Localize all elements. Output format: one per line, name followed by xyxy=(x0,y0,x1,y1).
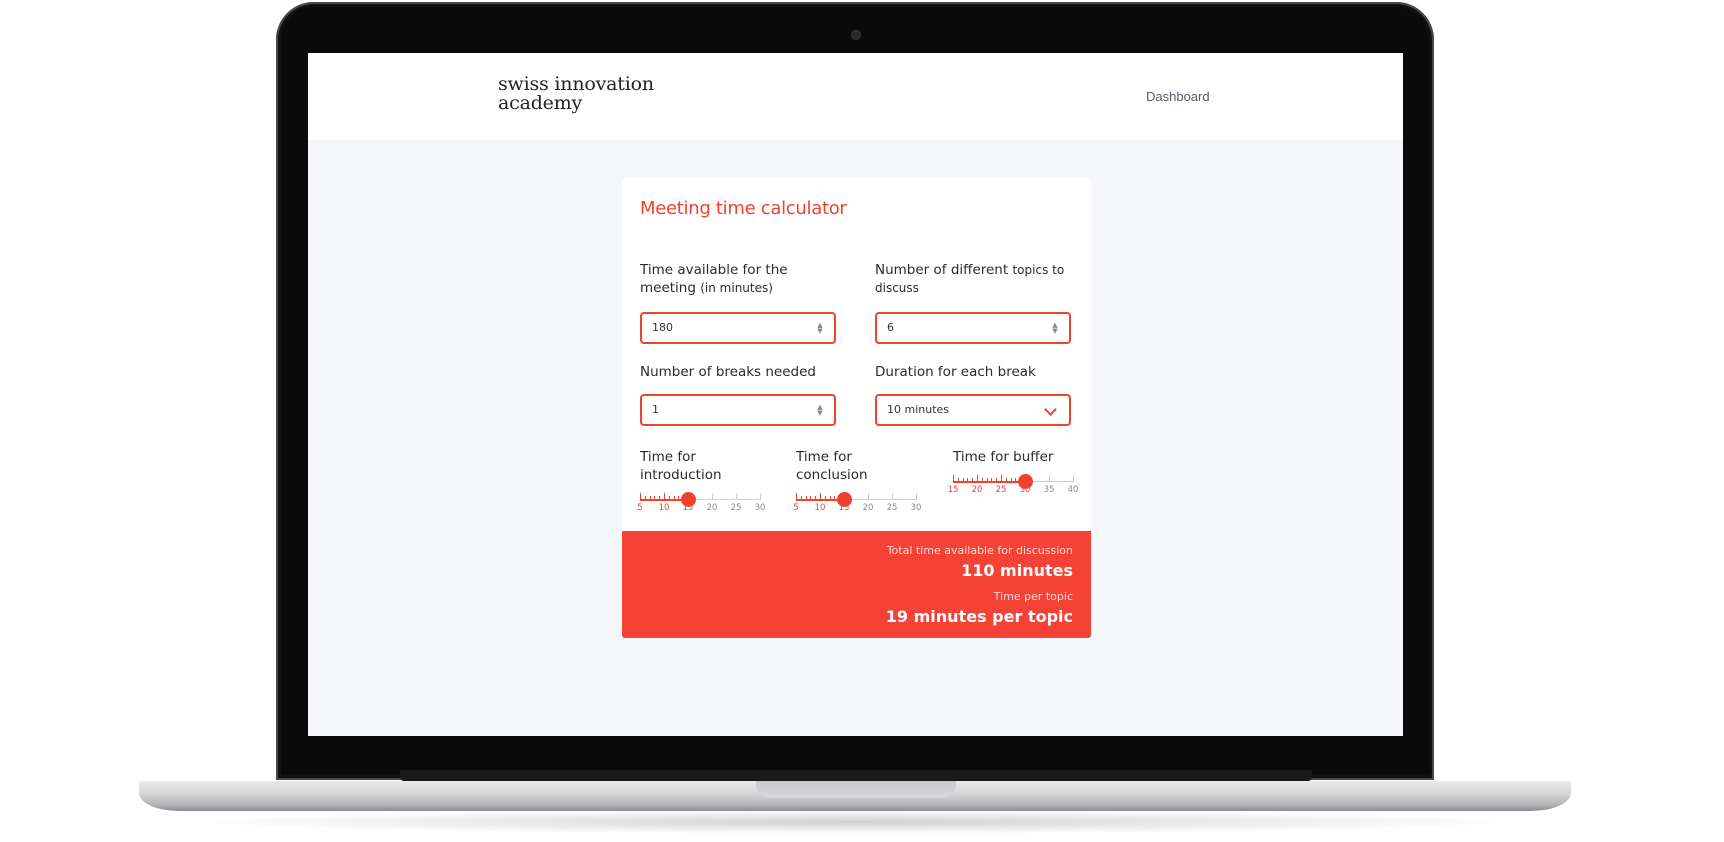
topics-label: Number of different topics to discuss xyxy=(875,261,1075,297)
slider-tick-label: 10 xyxy=(658,503,670,513)
slider-minor-tick xyxy=(957,478,959,482)
slider-fill xyxy=(953,481,1025,483)
result-panel: Total time available for discussion 110 … xyxy=(622,531,1091,638)
slider-tick-label: 5 xyxy=(793,503,799,513)
slider-minor-tick xyxy=(962,478,964,482)
buffer-slider[interactable]: 15 20 25 30 35 40 xyxy=(948,473,1078,499)
slider-minor-tick xyxy=(977,478,978,482)
time-available-label: Time available for the meeting (in minut… xyxy=(640,261,810,297)
slider-minor-tick xyxy=(1005,478,1007,482)
breaks-input[interactable]: 1 ▲ ▼ xyxy=(640,394,836,426)
slider-minor-tick xyxy=(967,478,969,482)
top-navbar: swiss innovation academy Dashboard xyxy=(308,53,1403,140)
laptop-base-notch xyxy=(756,781,956,798)
laptop-shadow xyxy=(180,810,1530,834)
slider-minor-tick xyxy=(644,496,646,500)
slider-minor-tick xyxy=(810,496,812,500)
slider-tick xyxy=(953,475,954,482)
time-per-topic-label: Time per topic xyxy=(993,590,1073,603)
slider-tick-label: 40 xyxy=(1067,485,1079,495)
slider-minor-tick xyxy=(654,496,656,500)
slider-tick-label: 35 xyxy=(1043,485,1055,495)
slider-tick xyxy=(760,493,761,500)
time-available-label-unit: (in minutes) xyxy=(700,281,773,295)
slider-thumb[interactable] xyxy=(681,492,696,507)
brand-logo-line2: academy xyxy=(498,92,583,114)
slider-tick xyxy=(892,493,893,500)
slider-minor-tick xyxy=(659,496,661,500)
slider-tick-label: 30 xyxy=(754,503,766,513)
slider-minor-tick xyxy=(805,496,807,500)
slider-tick-label: 20 xyxy=(706,503,718,513)
break-duration-value: 10 minutes xyxy=(887,403,950,416)
slider-tick-label: 25 xyxy=(886,503,898,513)
slider-thumb[interactable] xyxy=(1018,474,1033,489)
slider-minor-tick xyxy=(981,478,983,482)
screen: swiss innovation academy Dashboard Meeti… xyxy=(308,53,1403,736)
slider-minor-tick xyxy=(829,496,831,500)
intro-slider[interactable]: 5 10 15 20 25 30 xyxy=(637,491,765,517)
time-available-value: 180 xyxy=(652,321,673,334)
calculator-title: Meeting time calculator xyxy=(640,198,847,219)
slider-minor-tick xyxy=(972,478,974,482)
time-per-topic-value: 19 minutes per topic xyxy=(885,607,1073,626)
slider-tick-label: 15 xyxy=(947,485,959,495)
slider-thumb[interactable] xyxy=(837,492,852,507)
slider-tick xyxy=(712,493,713,500)
slider-minor-tick xyxy=(678,496,680,500)
break-duration-select[interactable]: 10 minutes xyxy=(875,394,1071,426)
slider-minor-tick xyxy=(834,496,836,500)
slider-minor-tick xyxy=(824,496,826,500)
slider-minor-tick xyxy=(649,496,651,500)
time-available-input[interactable]: 180 ▲ ▼ xyxy=(640,312,836,344)
slider-minor-tick xyxy=(673,496,675,500)
calculator-card: Meeting time calculator Time available f… xyxy=(622,178,1091,638)
nav-dashboard-link[interactable]: Dashboard xyxy=(1146,89,1210,104)
slider-minor-tick xyxy=(996,478,998,482)
slider-tick-label: 10 xyxy=(814,503,826,513)
webcam-icon xyxy=(852,31,860,39)
slider-tick-label: 30 xyxy=(910,503,922,513)
slider-tick xyxy=(868,493,869,500)
slider-minor-tick xyxy=(815,496,817,500)
slider-minor-tick xyxy=(1015,478,1017,482)
total-time-label: Total time available for discussion xyxy=(886,544,1073,557)
slider-minor-tick xyxy=(1010,478,1012,482)
topics-label-text: Number of different xyxy=(875,262,1009,278)
slider-tick xyxy=(796,493,797,500)
slider-tick-label: 25 xyxy=(995,485,1007,495)
slider-tick-label: 25 xyxy=(730,503,742,513)
number-spinner-icon[interactable]: ▲ ▼ xyxy=(816,404,824,417)
slider-tick xyxy=(1049,475,1050,482)
buffer-label: Time for buffer xyxy=(953,449,1054,465)
slider-minor-tick xyxy=(800,496,802,500)
slider-tick xyxy=(1073,475,1074,482)
intro-label: Time for introduction xyxy=(640,449,722,483)
slider-tick xyxy=(640,493,641,500)
break-duration-label: Duration for each break xyxy=(875,364,1036,380)
breaks-label: Number of breaks needed xyxy=(640,364,816,380)
slider-tick-label: 20 xyxy=(971,485,983,495)
slider-tick xyxy=(916,493,917,500)
slider-tick-label: 20 xyxy=(862,503,874,513)
slider-minor-tick xyxy=(986,478,988,482)
slider-tick-label: 5 xyxy=(637,503,643,513)
total-time-value: 110 minutes xyxy=(961,561,1073,580)
chevron-down-icon xyxy=(1044,403,1057,416)
slider-minor-tick xyxy=(664,496,665,500)
slider-minor-tick xyxy=(668,496,670,500)
conclusion-slider[interactable]: 5 10 15 20 25 30 xyxy=(793,491,921,517)
topics-input[interactable]: 6 ▲ ▼ xyxy=(875,312,1071,344)
breaks-value: 1 xyxy=(652,403,659,416)
slider-minor-tick xyxy=(820,496,821,500)
conclusion-label: Time for conclusion xyxy=(796,449,868,483)
brand-logo[interactable]: swiss innovation academy xyxy=(498,75,688,113)
slider-minor-tick xyxy=(991,478,993,482)
topics-value: 6 xyxy=(887,321,894,334)
number-spinner-icon[interactable]: ▲ ▼ xyxy=(816,322,824,335)
number-spinner-icon[interactable]: ▲ ▼ xyxy=(1051,322,1059,335)
slider-tick xyxy=(736,493,737,500)
slider-minor-tick xyxy=(1001,478,1002,482)
